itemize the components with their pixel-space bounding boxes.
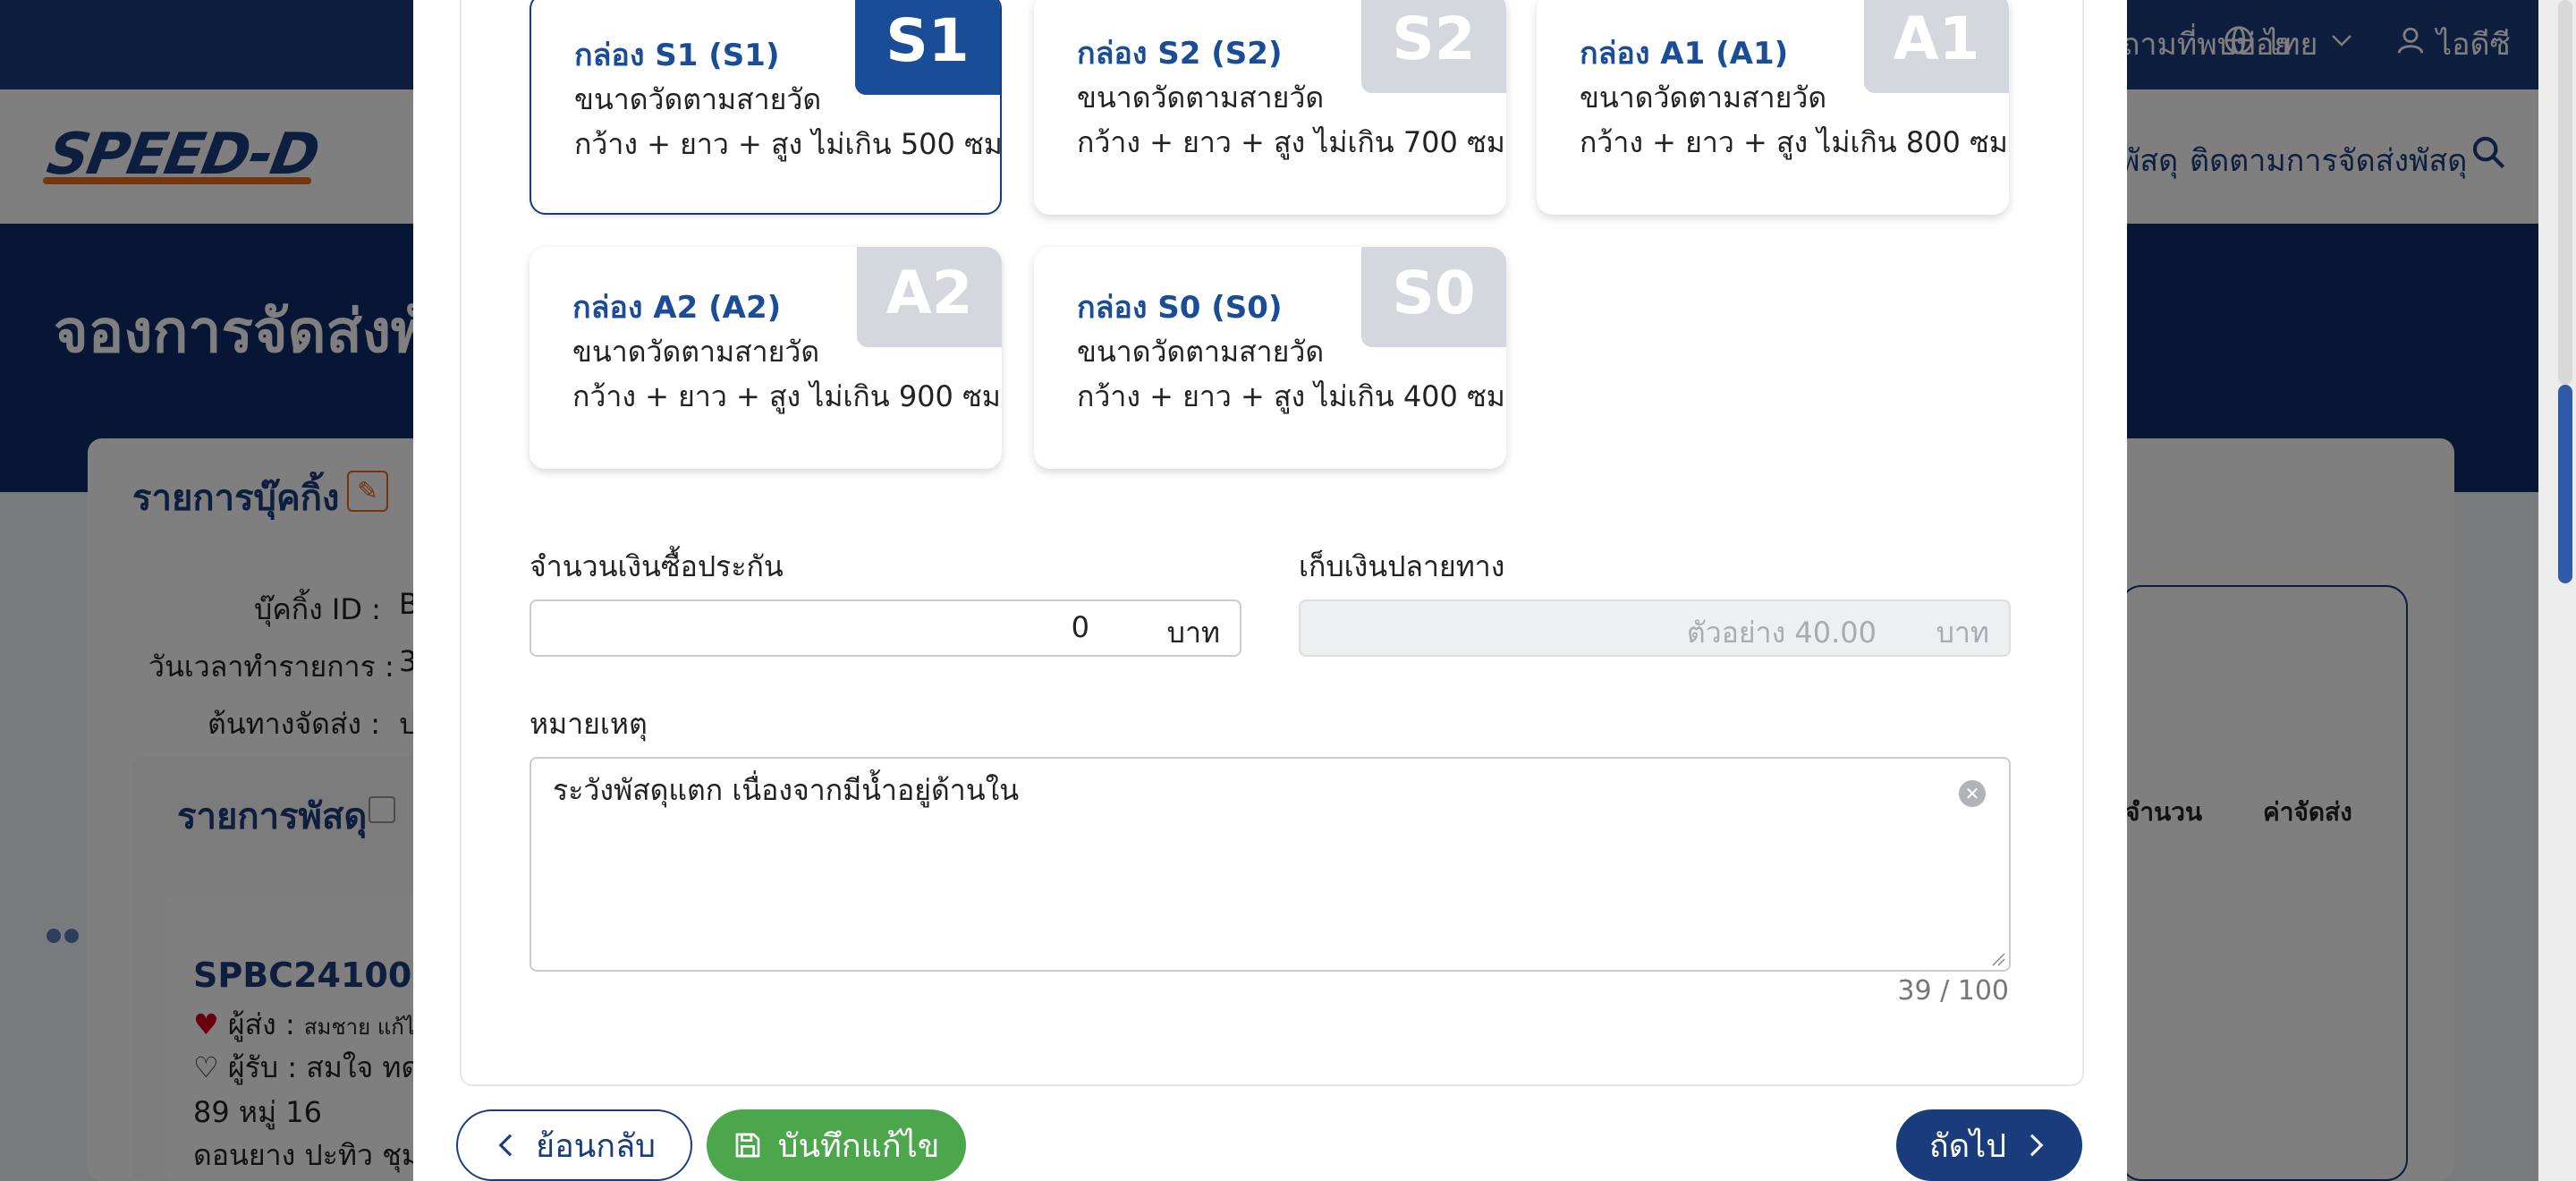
- next-button[interactable]: ถัดไป: [1896, 1109, 2082, 1181]
- box-size-limit: กว้าง + ยาว + สูง ไม่เกิน 800 ซม.: [1580, 125, 2009, 159]
- box-option-s2[interactable]: S2 กล่อง S2 (S2) ขนาดวัดตามสายวัด กว้าง …: [1034, 0, 1506, 215]
- scrollbar-upper-track: [2558, 0, 2572, 385]
- scrollbar-thumb[interactable]: [2558, 385, 2572, 583]
- box-tag: S1: [855, 0, 1000, 95]
- remark-textarea[interactable]: ระวังพัสดุแตก เนื่องจากมีน้ำอยู่ด้านใน ✕: [530, 757, 2011, 972]
- box-size-limit: กว้าง + ยาว + สูง ไม่เกิน 700 ซม.: [1077, 125, 1506, 159]
- box-tag: S2: [1361, 0, 1506, 93]
- next-label: ถัดไป: [1928, 1127, 2007, 1165]
- box-size-limit: กว้าง + ยาว + สูง ไม่เกิน 400 ซม.: [1077, 379, 1506, 413]
- resize-handle-icon[interactable]: [1989, 950, 2005, 966]
- remark-char-counter: 39 / 100: [1897, 975, 2009, 1007]
- cod-input[interactable]: ตัวอย่าง 40.00 บาท: [1299, 599, 2011, 657]
- cod-placeholder: ตัวอย่าง 40.00: [1686, 616, 1877, 650]
- box-size-limit: กว้าง + ยาว + สูง ไม่เกิน 900 ซม.: [572, 379, 1002, 413]
- chevron-left-icon: [493, 1132, 520, 1159]
- box-name: กล่อง S2 (S2): [1077, 36, 1283, 72]
- insurance-value: 0: [1071, 610, 1089, 644]
- cod-label: เก็บเงินปลายทาง: [1299, 549, 1505, 583]
- cod-unit: บาท: [1936, 616, 1989, 650]
- clear-icon[interactable]: ✕: [1959, 780, 1986, 807]
- box-name: กล่อง A1 (A1): [1580, 36, 1789, 72]
- box-tag: A1: [1864, 0, 2009, 93]
- back-button[interactable]: ย้อนกลับ: [456, 1109, 692, 1181]
- remark-label: หมายเหตุ: [530, 707, 648, 741]
- box-size-limit: กว้าง + ยาว + สูง ไม่เกิน 500 ซม.: [574, 127, 1002, 161]
- box-measure-note: ขนาดวัดตามสายวัด: [1580, 81, 1827, 115]
- box-option-a2[interactable]: A2 กล่อง A2 (A2) ขนาดวัดตามสายวัด กว้าง …: [530, 247, 1002, 469]
- insurance-input[interactable]: 0 บาท: [530, 599, 1241, 657]
- box-name: กล่อง S1 (S1): [574, 38, 780, 73]
- box-option-s1[interactable]: S1 กล่อง S1 (S1) ขนาดวัดตามสายวัด กว้าง …: [530, 0, 1002, 215]
- box-tag: A2: [857, 247, 1002, 347]
- box-tag: S0: [1361, 247, 1506, 347]
- box-measure-note: ขนาดวัดตามสายวัด: [1077, 81, 1325, 115]
- save-button[interactable]: บันทึกแก้ไข: [707, 1109, 966, 1181]
- box-name: กล่อง A2 (A2): [572, 290, 782, 326]
- box-name: กล่อง S0 (S0): [1077, 290, 1283, 326]
- box-option-s0[interactable]: S0 กล่อง S0 (S0) ขนาดวัดตามสายวัด กว้าง …: [1034, 247, 1506, 469]
- box-measure-note: ขนาดวัดตามสายวัด: [574, 82, 822, 116]
- back-label: ย้อนกลับ: [535, 1127, 657, 1165]
- remark-text: ระวังพัสดุแตก เนื่องจากมีน้ำอยู่ด้านใน: [553, 773, 1020, 807]
- box-option-a1[interactable]: A1 กล่อง A1 (A1) ขนาดวัดตามสายวัด กว้าง …: [1537, 0, 2009, 215]
- chevron-right-icon: [2022, 1132, 2049, 1159]
- insurance-unit: บาท: [1166, 616, 1220, 650]
- save-icon: [733, 1131, 762, 1160]
- box-measure-note: ขนาดวัดตามสายวัด: [572, 335, 820, 369]
- box-measure-note: ขนาดวัดตามสายวัด: [1077, 335, 1325, 369]
- save-label: บันทึกแก้ไข: [777, 1127, 940, 1165]
- insurance-label: จำนวนเงินซื้อประกัน: [530, 549, 784, 583]
